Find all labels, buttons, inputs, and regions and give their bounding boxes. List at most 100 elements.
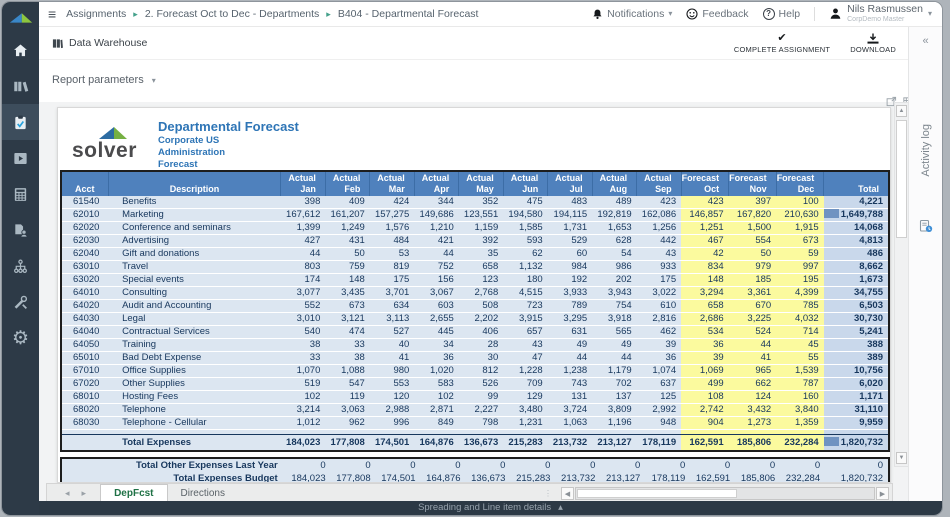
forecast-cell[interactable]: 148 (681, 274, 729, 287)
breadcrumb-report[interactable]: B404 - Departmental Forecast (338, 8, 479, 20)
horizontal-scrollbar-thumb[interactable] (577, 489, 737, 498)
acct-cell: 63010 (61, 261, 108, 274)
forecast-cell[interactable]: 673 (776, 235, 824, 248)
spreading-panel-toggle[interactable]: Spreading and Line item details ▴ (39, 501, 942, 515)
forecast-cell[interactable]: 2,686 (681, 313, 729, 326)
forecast-cell[interactable]: 42 (681, 248, 729, 261)
forecast-cell[interactable]: 185 (729, 274, 777, 287)
forecast-cell[interactable]: 36 (681, 339, 729, 352)
sidebar-item-home[interactable] (2, 32, 39, 68)
forecast-cell[interactable]: 785 (776, 300, 824, 313)
forecast-cell[interactable]: 524 (729, 326, 777, 339)
sidebar-item-calculator[interactable] (2, 176, 39, 212)
forecast-cell[interactable]: 44 (729, 339, 777, 352)
forecast-cell[interactable]: 39 (681, 352, 729, 365)
forecast-cell[interactable]: 3,840 (776, 404, 824, 417)
user-menu[interactable]: Nils Rasmussen CorpDemo Master ▾ (829, 4, 932, 23)
activity-log-icon[interactable] (909, 219, 942, 233)
forecast-cell[interactable]: 997 (776, 261, 824, 274)
forecast-cell[interactable]: 1,539 (776, 365, 824, 378)
spreading-panel-label: Spreading and Line item details (418, 501, 551, 515)
sidebar-item-report-player[interactable] (2, 140, 39, 176)
forecast-cell[interactable]: 146,857 (681, 209, 729, 222)
forecast-cell[interactable]: 55 (776, 352, 824, 365)
forecast-cell[interactable]: 210,630 (776, 209, 824, 222)
splitter-handle[interactable]: ⋮ (544, 489, 553, 498)
actual-cell: 3,067 (414, 287, 458, 300)
feedback-button[interactable]: Feedback (686, 8, 748, 20)
forecast-cell[interactable]: 3,361 (729, 287, 777, 300)
month-header-oct: ForecastOct (681, 171, 729, 196)
vertical-scrollbar[interactable]: ▲ ▼ (894, 102, 909, 467)
actual-cell: 527 (370, 326, 414, 339)
forecast-cell[interactable]: 1,359 (776, 417, 824, 430)
scroll-up-button[interactable]: ▲ (896, 105, 907, 117)
download-button[interactable]: DOWNLOAD (850, 33, 896, 54)
forecast-cell[interactable]: 658 (681, 300, 729, 313)
sheet-prev-icon[interactable]: ◂ (65, 488, 70, 499)
forecast-cell[interactable]: 787 (776, 378, 824, 391)
sidebar-item-library[interactable] (2, 68, 39, 104)
forecast-cell[interactable]: 4,032 (776, 313, 824, 326)
actual-cell: 1,012 (281, 417, 325, 430)
forecast-cell[interactable]: 979 (729, 261, 777, 274)
forecast-cell[interactable]: 160 (776, 391, 824, 404)
total-expenses-cell: 177,808 (325, 435, 369, 452)
forecast-cell[interactable]: 1,273 (729, 417, 777, 430)
forecast-cell[interactable]: 4,399 (776, 287, 824, 300)
forecast-cell[interactable]: 1,915 (776, 222, 824, 235)
actual-cell: 759 (325, 261, 369, 274)
forecast-cell[interactable]: 100 (776, 196, 824, 209)
forecast-cell[interactable]: 423 (681, 196, 729, 209)
sidebar-item-documents[interactable] (2, 212, 39, 248)
forecast-cell[interactable]: 3,294 (681, 287, 729, 300)
solver-logo-icon (9, 11, 33, 24)
forecast-cell[interactable]: 41 (729, 352, 777, 365)
forecast-cell[interactable]: 1,251 (681, 222, 729, 235)
notifications-button[interactable]: Notifications ▾ (592, 8, 672, 20)
help-button[interactable]: ? Help (763, 8, 801, 20)
forecast-cell[interactable]: 167,820 (729, 209, 777, 222)
sheet-next-icon[interactable]: ▸ (82, 488, 87, 499)
forecast-cell[interactable]: 467 (681, 235, 729, 248)
forecast-cell[interactable]: 1,500 (729, 222, 777, 235)
forecast-cell[interactable]: 662 (729, 378, 777, 391)
complete-assignment-button[interactable]: ✔ COMPLETE ASSIGNMENT (734, 33, 830, 54)
forecast-cell[interactable]: 59 (776, 248, 824, 261)
hscroll-right-button[interactable]: ▶ (876, 487, 889, 500)
forecast-cell[interactable]: 45 (776, 339, 824, 352)
forecast-cell[interactable]: 499 (681, 378, 729, 391)
sidebar-item-tools[interactable] (2, 284, 39, 320)
forecast-cell[interactable]: 3,225 (729, 313, 777, 326)
forecast-cell[interactable]: 534 (681, 326, 729, 339)
forecast-cell[interactable]: 965 (729, 365, 777, 378)
forecast-cell[interactable]: 904 (681, 417, 729, 430)
sidebar-item-assignments[interactable] (2, 104, 39, 140)
sidebar-item-settings[interactable]: ⚙ (2, 320, 39, 356)
forecast-cell[interactable]: 397 (729, 196, 777, 209)
forecast-cell[interactable]: 714 (776, 326, 824, 339)
report-parameters-toggle[interactable]: Report parameters ▾ (52, 74, 156, 86)
forecast-cell[interactable]: 1,069 (681, 365, 729, 378)
activity-log-label[interactable]: Activity log (920, 124, 932, 177)
scroll-down-button[interactable]: ▼ (896, 452, 907, 464)
forecast-cell[interactable]: 108 (681, 391, 729, 404)
forecast-cell[interactable]: 124 (729, 391, 777, 404)
hamburger-menu-icon[interactable]: ≡ (39, 6, 66, 22)
hscroll-left-button[interactable]: ◀ (561, 487, 574, 500)
forecast-cell[interactable]: 3,432 (729, 404, 777, 417)
table-row: 63020Special events174148175156123180192… (61, 274, 889, 287)
vertical-scrollbar-thumb[interactable] (896, 120, 907, 238)
forecast-cell[interactable]: 834 (681, 261, 729, 274)
forecast-cell[interactable]: 195 (776, 274, 824, 287)
forecast-cell[interactable]: 2,742 (681, 404, 729, 417)
collapse-panel-icon[interactable]: « (909, 35, 942, 47)
forecast-cell[interactable]: 670 (729, 300, 777, 313)
forecast-cell[interactable]: 50 (729, 248, 777, 261)
forecast-cell[interactable]: 554 (729, 235, 777, 248)
horizontal-scrollbar[interactable] (575, 487, 875, 500)
sidebar-item-hierarchy[interactable] (2, 248, 39, 284)
breadcrumb-assignments[interactable]: Assignments (66, 8, 126, 20)
breadcrumb-forecast[interactable]: 2. Forecast Oct to Dec - Departments (145, 8, 319, 20)
app-logo[interactable] (2, 2, 39, 32)
